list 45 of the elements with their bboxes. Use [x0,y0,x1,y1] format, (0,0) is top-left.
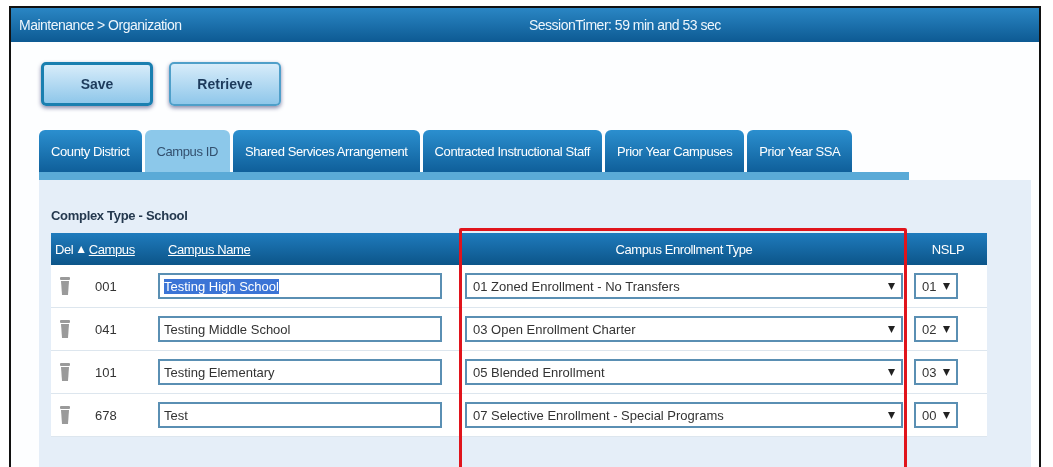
section-title: Complex Type - School [51,208,189,223]
campus-number: 101 [95,364,117,380]
dropdown[interactable]: 01 Zoned Enrollment - No Transfers [465,273,903,299]
campus-number: 041 [95,321,117,337]
trash-icon[interactable] [59,276,71,296]
dropdown[interactable]: 00 [914,402,958,428]
caret-icon [888,282,895,290]
column-header: Del [55,241,74,257]
trash-icon[interactable] [59,405,71,425]
caret-icon [888,411,895,419]
input-field[interactable]: Testing Middle School [158,316,442,342]
tab[interactable]: Contracted Instructional Staff [422,130,602,172]
tab[interactable]: Campus ID [144,130,230,172]
tab[interactable]: Shared Services Arrangement [232,130,420,172]
retrieve-button[interactable]: Retrieve [169,62,281,106]
caret-icon [943,411,950,419]
breadcrumb: Maintenance > Organization [19,17,183,33]
sort-arrow[interactable]: ▲ [75,242,87,256]
tab[interactable]: County District [39,130,142,172]
dropdown[interactable]: 02 [914,316,958,342]
input-field[interactable]: Testing Elementary [158,359,442,385]
caret-icon [943,282,950,290]
column-header-link[interactable]: Campus Name [168,241,251,257]
caret-icon [888,325,895,333]
dropdown[interactable]: 07 Selective Enrollment - Special Programs [465,402,903,428]
dropdown[interactable]: 03 [914,359,958,385]
tab[interactable]: Prior Year SSA [747,130,853,172]
column-header: Campus Enrollment Type [615,241,753,257]
save-button[interactable]: Save [41,62,153,106]
column-header: NSLP [931,241,965,257]
column-header-link[interactable]: Campus [88,241,135,257]
session-timer: SessionTimer: 59 min and 53 sec [529,17,721,33]
caret-icon [943,325,950,333]
dropdown[interactable]: 05 Blended Enrollment [465,359,903,385]
dropdown[interactable]: 01 [914,273,958,299]
caret-icon [943,368,950,376]
dropdown[interactable]: 03 Open Enrollment Charter [465,316,903,342]
tab[interactable]: Prior Year Campuses [605,130,745,172]
input-field[interactable]: Testing High School [158,273,442,299]
input-field[interactable]: Test [158,402,442,428]
trash-icon[interactable] [59,319,71,339]
campus-number: 678 [95,407,117,423]
caret-icon [888,368,895,376]
trash-icon[interactable] [59,362,71,382]
campus-number: 001 [95,278,117,294]
